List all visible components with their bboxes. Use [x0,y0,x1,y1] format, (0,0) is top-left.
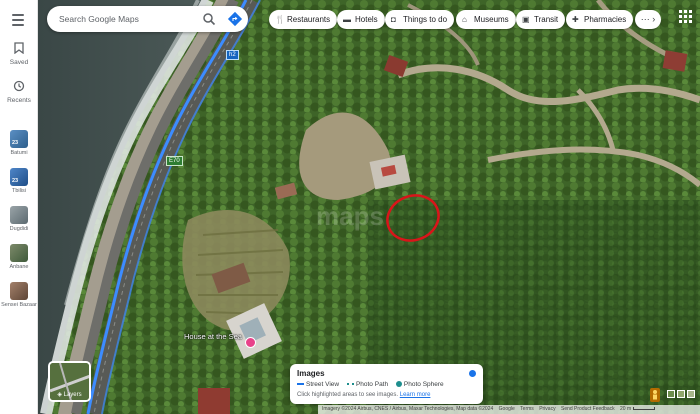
recent-place-dugdidi[interactable]: Dugdidi [0,206,38,233]
history-icon [0,80,38,94]
road-shield-h2: h2 [226,50,239,60]
menu-icon [12,14,24,16]
search-box [47,6,248,32]
terms-link[interactable]: Terms [520,406,534,412]
privacy-link[interactable]: Privacy [539,406,555,412]
images-panel-title: Images [297,369,325,378]
images-legend: Street View Photo Path Photo Sphere [297,381,450,388]
saved-label: Saved [9,59,29,66]
place-label-house-at-the-sea[interactable]: House at the Sea [184,332,242,341]
learn-more-link[interactable]: Learn more [400,392,431,398]
recent-thumbnail: 23 [10,168,28,186]
svg-text:maps: maps [316,201,384,231]
recents-button[interactable]: Recents [0,80,38,104]
google-link[interactable]: Google [499,406,515,412]
recent-place-batumi[interactable]: 23 Batumi [0,130,38,157]
scale-label: 20 m [620,406,632,412]
saved-button[interactable]: Saved [0,42,38,66]
place-pin[interactable] [245,337,256,348]
recent-thumbnail [10,244,28,262]
chip-things-to-do[interactable]: ◘ Things to do [385,10,455,29]
chevron-right-icon: ⋯ › [640,14,656,24]
scale-bar [633,407,656,411]
left-rail: Saved Recents 23 Batumi 23 Tbilisi Dugdi… [0,0,38,414]
camera-icon: ◘ [391,15,396,24]
photo-path-line-icon [346,383,354,386]
pharmacy-icon: ✚ [572,15,579,24]
search-input[interactable] [59,10,189,28]
search-icon[interactable] [201,11,217,27]
pegman-icon[interactable] [649,388,661,402]
images-hint: Click highlighted areas to see images. L… [297,392,431,398]
legend-photo-sphere: Photo Sphere [395,381,444,388]
chip-pharmacies[interactable]: ✚ Pharmacies [566,10,634,29]
menu-button[interactable] [9,10,29,28]
apps-grid-icon [679,10,682,13]
directions-icon[interactable] [227,11,243,27]
recent-thumbnail [10,282,28,300]
legend-photo-path: Photo Path [346,381,388,388]
images-panel: Images Street View Photo Path Photo Sphe… [290,364,483,404]
chip-restaurants[interactable]: 🍴 Restaurants [269,10,338,29]
street-view-line-icon [297,383,304,386]
satellite-map[interactable]: maps E70 h2 House at the Sea [38,0,700,414]
legend-street-view: Street View [297,381,339,388]
recents-label: Recents [7,97,31,104]
chip-transit[interactable]: ▣ Transit [516,10,566,29]
more-chips-button[interactable]: ⋯ › [635,10,661,29]
apps-grid-button[interactable] [679,10,693,24]
feedback-link[interactable]: Send Product Feedback [561,406,615,412]
images-toggle[interactable] [469,370,476,377]
recent-place-tbilisi[interactable]: 23 Tbilisi [0,168,38,195]
recent-place-sensei-bazaar[interactable]: Sensei Bazaar [0,282,38,309]
recent-place-anbane[interactable]: Anbane [0,244,38,271]
imagery-thumbnails[interactable] [667,390,697,400]
train-icon: ▣ [522,15,530,24]
chip-museums[interactable]: ⌂ Museums [456,10,516,29]
recent-thumbnail [10,206,28,224]
fork-knife-icon: 🍴 [275,15,285,24]
bookmark-icon [0,42,38,56]
layers-button[interactable]: ◈ Layers [48,361,91,402]
road-shield-e70: E70 [166,156,183,166]
map-imagery: maps [38,0,700,414]
attribution-bar: Imagery ©2024 Airbus, CNES / Airbus, Max… [318,405,700,414]
bed-icon: ▬ [343,15,351,24]
photo-sphere-dot-icon [395,381,402,388]
chip-hotels[interactable]: ▬ Hotels [337,10,385,29]
museum-icon: ⌂ [462,15,467,24]
recent-thumbnail: 23 [10,130,28,148]
imagery-attribution: Imagery ©2024 Airbus, CNES / Airbus, Max… [322,406,494,412]
layers-label: ◈ Layers [57,392,82,398]
